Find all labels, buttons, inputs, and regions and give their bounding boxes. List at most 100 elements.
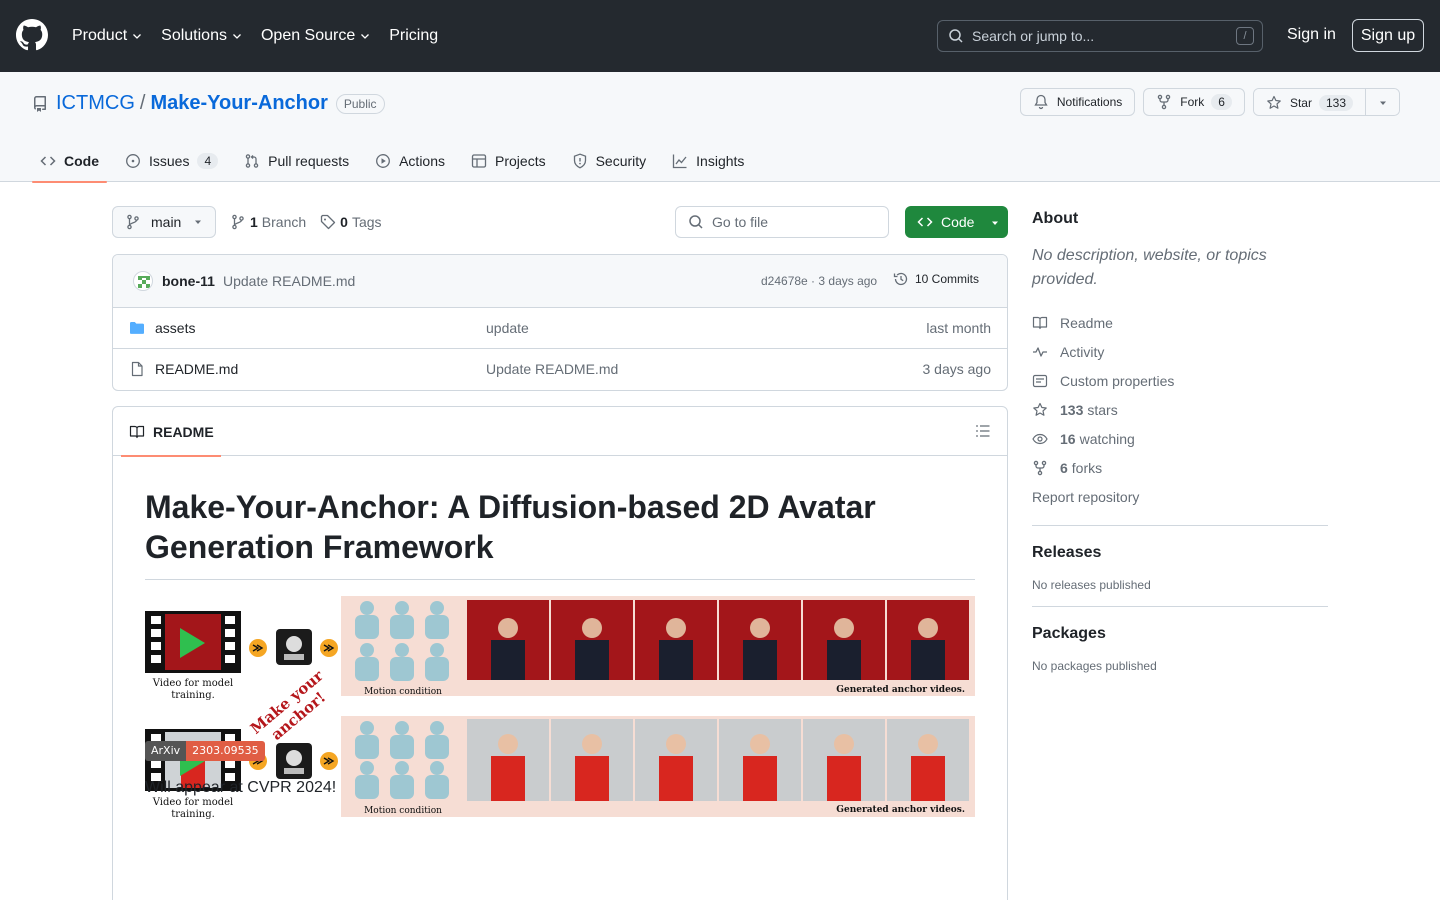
readme-content: Make-Your-Anchor: A Diffusion-based 2D A…: [145, 487, 975, 824]
fork-label: Fork: [1180, 95, 1205, 109]
folder-icon: [130, 322, 144, 334]
list-unordered-icon[interactable]: [975, 423, 991, 439]
nav-solutions[interactable]: Solutions: [161, 27, 243, 45]
packages-empty: No packages published: [1032, 659, 1157, 673]
tab-code[interactable]: Code: [32, 140, 107, 183]
forks-link[interactable]: 6 forks: [1032, 453, 1328, 482]
pull-request-icon: [245, 154, 259, 168]
table-row[interactable]: README.md Update README.md 3 days ago: [113, 349, 1007, 390]
releases-empty: No releases published: [1032, 578, 1151, 592]
history-icon: [893, 272, 908, 286]
star-lists-dropdown[interactable]: [1365, 89, 1399, 115]
custom-properties-link[interactable]: Custom properties: [1032, 366, 1328, 395]
tab-security-label: Security: [595, 153, 647, 169]
forks-count: 6: [1060, 459, 1068, 476]
report-repository-link[interactable]: Report repository: [1032, 482, 1328, 511]
file-commit-message[interactable]: Update README.md: [486, 361, 618, 377]
file-name-link[interactable]: assets: [155, 320, 195, 336]
sidebar-divider: [1032, 525, 1328, 526]
readme-paragraph: Will appear at CVPR 2024!: [145, 779, 337, 796]
watching-word: watching: [1079, 430, 1135, 447]
star-count: 133: [1318, 95, 1353, 111]
stars-count: 133: [1060, 401, 1084, 418]
branch-tag-counts: 1 Branch 0 Tags: [230, 214, 396, 230]
tag-count: 0: [340, 214, 348, 230]
star-button[interactable]: Star 133: [1253, 89, 1365, 115]
tab-issues[interactable]: Issues 4: [117, 140, 226, 182]
readme-link-label: Readme: [1060, 314, 1113, 331]
tab-insights[interactable]: Insights: [664, 140, 752, 182]
about-heading: About: [1032, 210, 1079, 227]
go-to-file-input[interactable]: Go to file: [675, 206, 889, 238]
file-commit-message[interactable]: update: [486, 320, 529, 336]
tab-security[interactable]: Security: [564, 140, 655, 182]
watching-link[interactable]: 16 watching: [1032, 424, 1328, 453]
file-name-link[interactable]: README.md: [155, 361, 238, 377]
triangle-down-icon: [195, 220, 201, 224]
notifications-button[interactable]: Notifications: [1019, 88, 1136, 116]
git-branch-icon: [127, 214, 139, 230]
nav-open-source[interactable]: Open Source: [261, 27, 371, 45]
tab-actions[interactable]: Actions: [367, 140, 453, 182]
repo-title: ICTMCG / Make-Your-Anchor Public: [32, 92, 385, 115]
repo-icon: [34, 95, 46, 112]
fork-icon: [1158, 94, 1171, 110]
readme-panel: README Make-Your-Anchor: A Diffusion-bas…: [112, 406, 1008, 900]
tab-pull-requests[interactable]: Pull requests: [236, 140, 357, 182]
search-icon: [949, 29, 963, 43]
figure-caption-line2: training.: [171, 690, 215, 701]
repo-header: ICTMCG / Make-Your-Anchor Public Notific…: [0, 72, 1440, 183]
about-description: No description, website, or topics provi…: [1032, 247, 1267, 288]
fork-button[interactable]: Fork 6: [1143, 88, 1245, 116]
tab-insights-label: Insights: [696, 153, 745, 169]
file-icon: [131, 361, 143, 377]
branch-name: main: [151, 214, 182, 230]
commit-author-link[interactable]: bone-11: [162, 273, 215, 289]
activity-link[interactable]: Activity: [1032, 337, 1328, 366]
stars-link[interactable]: 133 stars: [1032, 395, 1328, 424]
nav-open-source-label: Open Source: [260, 27, 356, 44]
nav-pricing[interactable]: Pricing: [389, 27, 438, 45]
readme-link[interactable]: Readme: [1032, 308, 1328, 337]
avatar[interactable]: [133, 271, 153, 291]
table-icon: [471, 154, 487, 168]
tag-icon: [321, 214, 336, 230]
code-dropdown-button[interactable]: Code: [905, 206, 1008, 238]
repo-tabs: Code Issues 4 Pull requests Actions Proj…: [32, 140, 762, 183]
global-search-input[interactable]: Search or jump to... /: [937, 20, 1263, 52]
tab-pull-requests-label: Pull requests: [268, 153, 350, 169]
repo-owner-link[interactable]: ICTMCG: [56, 92, 135, 115]
star-label: Star: [1289, 96, 1312, 110]
go-to-file-placeholder: Go to file: [712, 214, 769, 230]
releases-heading[interactable]: Releases: [1032, 544, 1328, 562]
commit-hash-time[interactable]: d24678e · 3 days ago: [761, 274, 877, 288]
commit-message-link[interactable]: Update README.md: [223, 273, 355, 289]
sign-in-link[interactable]: Sign in: [1287, 26, 1336, 44]
arxiv-badge[interactable]: ArXiv 2303.09535: [145, 741, 265, 761]
branches-link[interactable]: 1 Branch: [230, 214, 306, 230]
nav-product[interactable]: Product: [72, 27, 143, 45]
search-placeholder: Search or jump to...: [972, 28, 1095, 44]
figure-caption-line1-b: Video for model: [152, 797, 233, 808]
table-row[interactable]: assets update last month: [113, 308, 1007, 349]
tags-link[interactable]: 0 Tags: [320, 214, 382, 230]
chevron-down-icon: [133, 34, 142, 39]
readme-tab[interactable]: README: [121, 407, 221, 457]
repo-name-link[interactable]: Make-Your-Anchor: [150, 92, 327, 115]
tab-projects[interactable]: Projects: [463, 140, 554, 182]
global-header: Product Solutions Open Source Pricing Se…: [0, 0, 1440, 72]
latest-commit-bar: bone-11 Update README.md d24678e · 3 day…: [113, 255, 1007, 308]
sign-up-button[interactable]: Sign up: [1352, 19, 1424, 52]
activity-link-label: Activity: [1060, 343, 1105, 360]
branch-selector[interactable]: main: [112, 206, 216, 238]
note-icon: [1032, 374, 1048, 387]
commits-history-link[interactable]: 10 Commits: [893, 271, 979, 287]
identicon-icon: [138, 276, 150, 288]
packages-heading[interactable]: Packages: [1032, 625, 1328, 643]
book-icon: [1032, 316, 1048, 329]
github-logo-icon[interactable]: [16, 19, 48, 51]
arxiv-badge-value: 2303.09535: [186, 741, 265, 761]
motion-condition-label-top: Motion condition: [364, 687, 442, 697]
branch-word: Branch: [261, 214, 307, 230]
triangle-down-icon: [1379, 101, 1386, 105]
